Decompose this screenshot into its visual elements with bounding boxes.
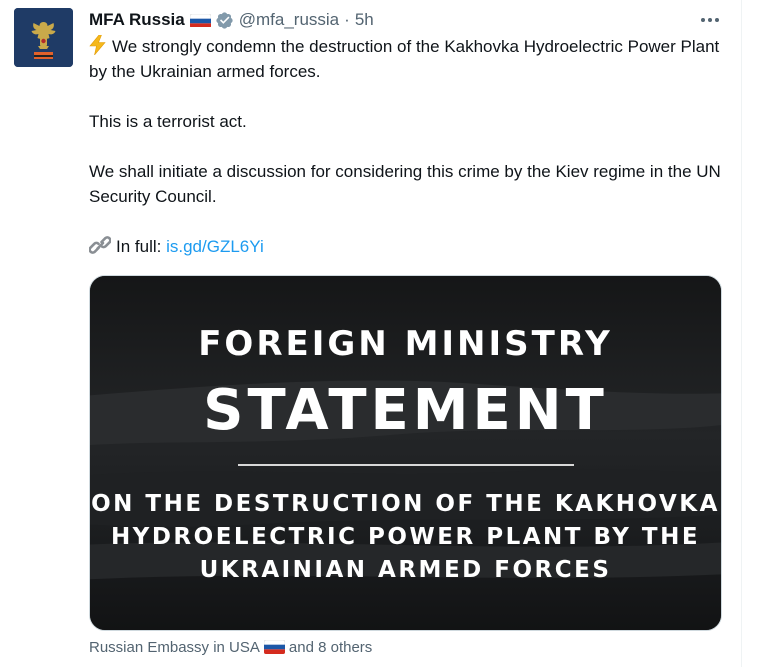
more-horizontal-icon [701,18,719,22]
tweet-paragraph-1: We strongly condemn the destruction of t… [89,34,729,84]
link-icon [89,236,111,254]
avatar[interactable] [14,8,73,67]
image-subtitle-line-1: ON THE DESTRUCTION OF THE KAKHOVKA [91,491,720,517]
tweet-page: MFA Russia @mfa_russia · 5h We strongly … [0,0,783,667]
tweet-header: MFA Russia @mfa_russia · 5h [89,8,374,32]
tweet-link-line: In full: is.gd/GZL6Yi [89,234,729,259]
handle[interactable]: @mfa_russia [239,10,339,30]
tagged-account-name: Russian Embassy in USA [89,638,260,656]
high-voltage-icon [89,35,106,55]
coat-of-arms-icon [14,8,73,67]
tweet-paragraph-2: This is a terrorist act. [89,112,247,131]
image-subtitle: ON THE DESTRUCTION OF THE KAKHOVKA HYDRO… [90,488,721,587]
russia-flag-icon [263,640,285,654]
tagged-accounts[interactable]: Russian Embassy in USA and 8 others [89,637,372,657]
short-link[interactable]: is.gd/GZL6Yi [166,237,264,256]
image-headline-2: STATEMENT [203,378,608,443]
verified-badge-icon[interactable] [215,11,234,30]
image-subtitle-line-3: UKRAINIAN ARMED FORCES [199,557,612,583]
media-image[interactable]: FOREIGN MINISTRY STATEMENT ON THE DESTRU… [89,275,722,631]
separator: · [344,10,350,29]
tweet-paragraph-3: We shall initiate a discussion for consi… [89,162,721,206]
link-prefix: In full: [116,237,162,256]
display-name[interactable]: MFA Russia [89,10,185,30]
image-headline-1: FOREIGN MINISTRY [198,324,613,364]
timestamp[interactable]: 5h [355,10,374,30]
column-divider [741,0,742,667]
tweet-text: We strongly condemn the destruction of t… [89,34,729,284]
tagged-others: and 8 others [288,638,373,656]
image-divider [238,464,574,466]
more-options-button[interactable] [696,10,724,30]
tweet-paragraph-1-text: We strongly condemn the destruction of t… [89,37,720,81]
image-subtitle-line-2: HYDROELECTRIC POWER PLANT BY THE [110,524,701,550]
russia-flag-icon [189,13,211,27]
